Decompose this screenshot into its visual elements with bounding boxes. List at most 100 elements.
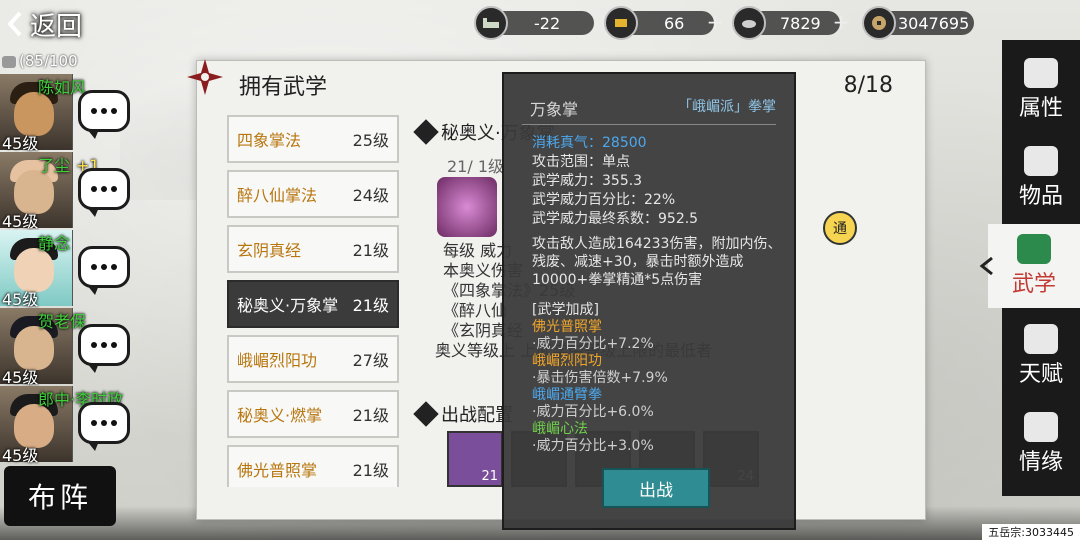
skill-level: 21级 xyxy=(352,406,389,425)
menu-label: 物品 xyxy=(1018,184,1063,209)
stat-line: 攻击范围：单点 xyxy=(532,154,630,170)
add-silver-button[interactable]: + xyxy=(830,10,852,34)
skill-detail-level: 21/ 1级 xyxy=(447,157,505,176)
profile-icon xyxy=(1024,58,1058,88)
book-icon xyxy=(1017,234,1051,264)
character-name: 静念 xyxy=(38,234,71,253)
resource-value: 7829 xyxy=(780,13,821,33)
skill-count: 8/18 xyxy=(843,73,893,98)
bonus-line: ·暴击伤害倍数+7.9% xyxy=(532,370,668,386)
top-bar: 返回 -22 66 + 7829 + 3047695 xyxy=(0,0,1080,48)
character-card-selected[interactable]: 静念 45级 xyxy=(0,230,130,309)
bonus-line: 峨嵋通臂拳 xyxy=(532,387,602,403)
menu-label: 天赋 xyxy=(1018,362,1063,387)
tooltip-bonus: [武学加成] 佛光普照掌 ·威力百分比+7.2% 峨嵋烈阳功 ·暴击伤害倍数+7… xyxy=(532,302,668,455)
skill-name: 玄阴真经 xyxy=(237,241,302,260)
skill-item-selected[interactable]: 秘奥义·万象掌 21级 xyxy=(227,280,399,328)
chat-bubble-icon[interactable] xyxy=(78,168,130,217)
skill-name: 秘奥义·万象掌 xyxy=(237,296,339,315)
character-card[interactable]: 陈如风 45级 xyxy=(0,74,130,153)
tooltip-description: 攻击敌人造成164233伤害，附加内伤、残废、减速+30，暴击时额外造成1000… xyxy=(532,236,782,288)
tooltip-skill-name: 万象掌 xyxy=(530,100,579,119)
diamond-icon xyxy=(413,401,439,427)
palm-skill-icon xyxy=(437,177,497,237)
bonus-line: 佛光普照掌 xyxy=(532,319,602,335)
menu-label: 情缘 xyxy=(1018,450,1063,475)
skill-level: 27级 xyxy=(352,351,389,370)
skill-item[interactable]: 醉八仙掌法 24级 xyxy=(227,170,399,218)
resource-bed: -22 xyxy=(474,6,594,40)
character-level: 45级 xyxy=(2,212,39,231)
skill-item[interactable]: 秘奥义·燃掌 21级 xyxy=(227,390,399,438)
skill-item[interactable]: 佛光普照掌 21级 xyxy=(227,445,399,487)
skill-slot[interactable]: 21 xyxy=(447,431,503,487)
stat-line: 消耗真气：28500 xyxy=(532,135,647,151)
character-level: 45级 xyxy=(2,446,39,465)
skill-item[interactable]: 峨嵋烈阳功 27级 xyxy=(227,335,399,383)
chat-bubble-icon[interactable] xyxy=(78,402,130,451)
character-name: 贺老保 xyxy=(38,312,87,331)
skill-item[interactable]: 四象掌法 25级 xyxy=(227,115,399,163)
formation-label: 布阵 xyxy=(27,481,92,514)
heart-icon xyxy=(1024,412,1058,442)
back-label: 返回 xyxy=(30,11,83,42)
back-button[interactable]: 返回 xyxy=(6,6,106,42)
menu-label: 武学 xyxy=(1011,272,1056,297)
skill-level: 21级 xyxy=(352,241,389,260)
menu-talent[interactable]: 天赋 xyxy=(1002,314,1080,398)
tooltip-stats: 消耗真气：28500 攻击范围：单点 武学威力：355.3 武学威力百分比：22… xyxy=(532,134,698,229)
outfit-heading: 出战配置 xyxy=(413,401,513,427)
bonus-line: 峨嵋心法 xyxy=(532,421,588,437)
menu-attributes[interactable]: 属性 xyxy=(1002,48,1080,132)
stat-line: 武学威力：355.3 xyxy=(532,173,643,189)
chat-bubble-icon[interactable] xyxy=(78,246,130,295)
skill-name: 秘奥义·燃掌 xyxy=(237,406,323,425)
skill-name: 醉八仙掌法 xyxy=(237,186,318,205)
menu-label: 属性 xyxy=(1018,96,1063,121)
character-level: 45级 xyxy=(2,290,39,309)
skill-list[interactable]: 四象掌法 25级 醉八仙掌法 24级 玄阴真经 21级 秘奥义·万象掌 21级 峨嵋烈阳… xyxy=(227,115,407,487)
menu-items[interactable]: 物品 xyxy=(1002,136,1080,220)
deploy-button[interactable]: 出战 xyxy=(602,468,710,508)
chat-bubble-icon[interactable] xyxy=(78,90,130,139)
bonus-line: 峨嵋烈阳功 xyxy=(532,353,602,369)
slot-level: 21 xyxy=(481,469,498,484)
diamond-icon xyxy=(413,119,439,145)
talent-icon xyxy=(1024,324,1058,354)
skill-tooltip: 万象掌 「峨嵋派」拳掌 消耗真气：28500 攻击范围：单点 武学威力：355.… xyxy=(502,72,796,530)
character-card[interactable]: 贺老保 45级 xyxy=(0,308,130,387)
character-level: 45级 xyxy=(2,134,39,153)
tong-badge[interactable]: 通 xyxy=(823,211,857,245)
chat-bubble-icon[interactable] xyxy=(78,324,130,373)
coin-icon xyxy=(862,6,896,40)
silver-ingot-icon xyxy=(732,6,766,40)
bonus-line: ·威力百分比+3.0% xyxy=(532,438,654,454)
bonus-line: ·威力百分比+7.2% xyxy=(532,336,654,352)
stamina-value: (85/100 xyxy=(19,52,78,70)
skill-name: 峨嵋烈阳功 xyxy=(237,351,318,370)
skill-item[interactable]: 玄阴真经 21级 xyxy=(227,225,399,273)
skill-name: 四象掌法 xyxy=(237,131,302,150)
gold-ingot-icon xyxy=(604,6,638,40)
skill-level: 24级 xyxy=(352,186,389,205)
formation-button[interactable]: 布阵 xyxy=(4,466,116,526)
stat-line: 武学威力百分比：22% xyxy=(532,192,676,208)
bed-icon xyxy=(474,6,508,40)
box-icon xyxy=(1024,146,1058,176)
character-card[interactable]: 郎中·李时政 45级 xyxy=(0,386,130,465)
server-footer: 五岳宗:3033445 xyxy=(982,524,1080,540)
character-name: 陈如风 xyxy=(38,78,87,97)
bonus-line: ·威力百分比+6.0% xyxy=(532,404,654,420)
skill-level: 21级 xyxy=(352,296,389,315)
bonus-title: [武学加成] xyxy=(532,302,599,318)
character-card[interactable]: 了尘 +1 45级 xyxy=(0,152,130,231)
chevron-left-icon xyxy=(6,11,24,37)
menu-martial-arts[interactable]: 武学 xyxy=(979,224,1080,308)
skill-level: 25级 xyxy=(352,131,389,150)
menu-bonds[interactable]: 情缘 xyxy=(1002,402,1080,486)
divider xyxy=(522,124,776,125)
panel-title: 拥有武学 xyxy=(239,75,328,100)
add-gold-button[interactable]: + xyxy=(704,10,726,34)
character-name-text: 了尘 xyxy=(38,156,71,175)
character-list: (85/100 陈如风 45级 了尘 +1 45级 静念 45级 贺老保 45级 … xyxy=(0,48,130,526)
